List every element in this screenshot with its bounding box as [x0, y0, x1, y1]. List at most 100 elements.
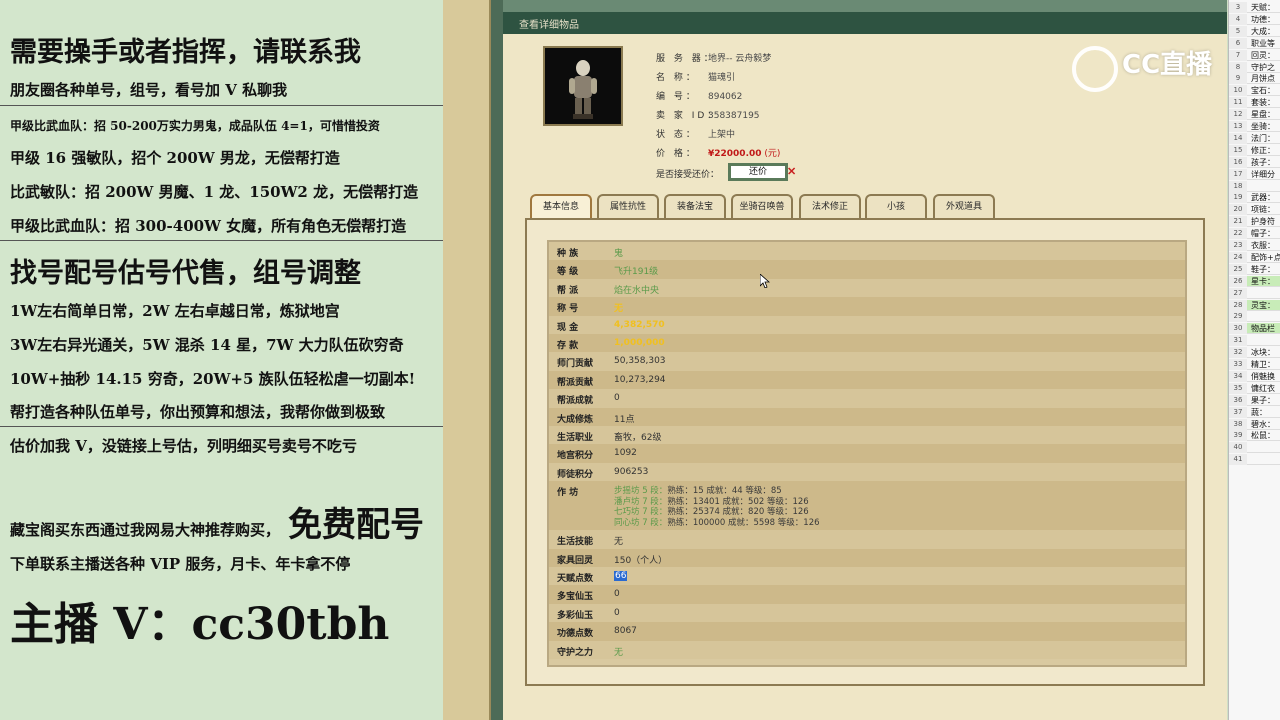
- sheet-row[interactable]: 28 灵宝：: [1229, 299, 1280, 311]
- attribute-key: 作 坊: [557, 488, 579, 499]
- attribute-key: 守护之力: [557, 647, 594, 658]
- sheet-cell: 慵红衣: [1251, 383, 1275, 393]
- promo-line-9: 3W左右异光通关，5W 混杀 14 星，7W 大力队伍砍穷奇: [10, 336, 404, 354]
- tab-spell-mods[interactable]: 法术修正: [799, 194, 861, 218]
- promo-line-3: 甲级比武血队：招 50-200万实力男鬼，成品队伍 4=1，可惜惜投资: [10, 119, 380, 133]
- sheet-row[interactable]: 35 慵红衣: [1229, 382, 1280, 394]
- sheet-row[interactable]: 36 果子：: [1229, 394, 1280, 406]
- sheet-row[interactable]: 11 套装：: [1229, 97, 1280, 109]
- tab-basic-info[interactable]: 基本信息: [530, 194, 592, 218]
- basic-info-panel: 种 族鬼等 级飞升191级帮 派焰在水中央称 号无现 金 4,382,570 存 款…: [525, 218, 1205, 686]
- sheet-row[interactable]: 25 鞋子：: [1229, 263, 1280, 275]
- attribute-row: 多宝仙玉 0: [549, 585, 1185, 604]
- sheet-row[interactable]: 17 详细分: [1229, 168, 1280, 180]
- tab-attributes[interactable]: 属性抗性: [597, 194, 659, 218]
- sheet-row-number: 13: [1229, 121, 1247, 132]
- sheet-row[interactable]: 33 精卫：: [1229, 359, 1280, 370]
- bargain-button[interactable]: 还价: [728, 163, 788, 181]
- attribute-key: 大成修炼: [557, 414, 594, 425]
- sheet-row[interactable]: 10 宝石：: [1229, 85, 1280, 97]
- sheet-row-number: 14: [1229, 132, 1247, 144]
- tab-equipment[interactable]: 装备法宝: [664, 194, 726, 218]
- attribute-row: 师门贡献 50,358,303: [549, 352, 1185, 371]
- sheet-row[interactable]: 16 孩子：: [1229, 156, 1280, 168]
- promo-line-5: 比武敏队：招 200W 男魔、1 龙、150W2 龙，无偿帮打造: [10, 183, 419, 201]
- tab-mounts-pets[interactable]: 坐骑召唤兽: [731, 194, 793, 218]
- sheet-row[interactable]: 27: [1229, 287, 1280, 299]
- sheet-row[interactable]: 30 物品栏: [1229, 323, 1280, 335]
- sheet-row[interactable]: 13 坐骑：: [1229, 121, 1280, 132]
- sheet-row[interactable]: 22 帽子：: [1229, 228, 1280, 240]
- sheet-row[interactable]: 20 项链：: [1229, 204, 1280, 216]
- sheet-row-number: 35: [1229, 382, 1247, 394]
- sheet-row[interactable]: 29: [1229, 311, 1280, 323]
- sheet-row[interactable]: 41: [1229, 454, 1280, 466]
- sheet-row[interactable]: 21 护身符: [1229, 216, 1280, 228]
- sheet-row-number: 24: [1229, 251, 1247, 263]
- sheet-row-number: 16: [1229, 156, 1247, 168]
- sheet-row[interactable]: 23 衣服：: [1229, 240, 1280, 251]
- attribute-row: 称 号无: [549, 297, 1185, 316]
- sheet-row[interactable]: 9 月饼点: [1229, 73, 1280, 85]
- attribute-row: 种 族鬼: [549, 242, 1185, 261]
- sheet-row[interactable]: 19 武器：: [1229, 192, 1280, 204]
- sheet-row[interactable]: 12 星盘：: [1229, 109, 1280, 121]
- sheet-row-number: 26: [1229, 275, 1247, 287]
- sheet-row[interactable]: 34 俏魅换: [1229, 370, 1280, 382]
- attribute-value: 0: [614, 607, 620, 618]
- sheet-cell: 星盘：: [1251, 110, 1275, 120]
- server-label: 服 务 器：: [656, 54, 716, 64]
- name-row: 名 称： 猫魂引: [656, 70, 735, 83]
- attribute-row: 师徒积分 906253: [549, 462, 1185, 482]
- sheet-row[interactable]: 31: [1229, 335, 1280, 347]
- sheet-row[interactable]: 7 回灵：: [1229, 49, 1280, 61]
- spreadsheet-sidebar: 3 天赋： 4 功德： 5 大成： 6 职业等 7 回灵： 8 守护之 9 月饼点 10 宝石： 11 套装： 12…: [1228, 0, 1280, 720]
- price-row: 价 格： ¥22000.00 (元): [656, 146, 780, 159]
- close-icon[interactable]: ✕: [787, 165, 796, 178]
- sheet-row[interactable]: 32 冰块：: [1229, 347, 1280, 359]
- sheet-row-number: 18: [1229, 180, 1247, 192]
- attribute-table: 种 族鬼等 级飞升191级帮 派焰在水中央称 号无现 金 4,382,570 存 款…: [547, 240, 1187, 667]
- tab-child[interactable]: 小孩: [865, 194, 927, 218]
- sheet-row[interactable]: 24 配饰+点: [1229, 251, 1280, 263]
- attribute-key: 生活技能: [557, 537, 594, 548]
- sheet-row[interactable]: 4 功德：: [1229, 13, 1280, 25]
- sheet-row-number: 30: [1229, 323, 1247, 335]
- promo-divider: [0, 426, 443, 427]
- sheet-cell: 鞋子：: [1251, 264, 1275, 274]
- sheet-cell: 精卫：: [1251, 360, 1275, 369]
- attribute-value: 鬼: [614, 249, 624, 259]
- sheet-cell: 果子：: [1251, 395, 1275, 405]
- attribute-value: 无: [614, 537, 624, 548]
- sheet-row-number: 37: [1229, 406, 1247, 418]
- sheet-row[interactable]: 5 大成：: [1229, 25, 1280, 37]
- sheet-row-number: 28: [1229, 299, 1247, 311]
- price-value: ¥22000.00: [708, 149, 762, 159]
- promo-line-11: 帮打造各种队伍单号，你出预算和想法，我帮你做到极致: [10, 403, 386, 421]
- sheet-row[interactable]: 8 守护之: [1229, 61, 1280, 73]
- attribute-key: 生活职业: [557, 433, 594, 443]
- attribute-key: 师门贡献: [557, 359, 594, 370]
- sheet-row[interactable]: 39 松鼠：: [1229, 430, 1280, 442]
- sheet-cell: 回灵：: [1251, 50, 1275, 60]
- sheet-row[interactable]: 38 碧水：: [1229, 418, 1280, 430]
- sheet-row[interactable]: 14 法门：: [1229, 132, 1280, 144]
- name-label: 名 称：: [656, 73, 698, 83]
- attribute-key: 多彩仙玉: [557, 610, 594, 621]
- sheet-row[interactable]: 6 职业等: [1229, 37, 1280, 49]
- tab-appearance[interactable]: 外观道具: [933, 194, 995, 218]
- sheet-row[interactable]: 18: [1229, 180, 1280, 192]
- attribute-row: 现 金 4,382,570: [549, 315, 1185, 334]
- sheet-row[interactable]: 15 修正：: [1229, 144, 1280, 156]
- attribute-value: 焰在水中央: [614, 285, 660, 296]
- sheet-row[interactable]: 26 星卡：: [1229, 275, 1280, 287]
- attribute-value: 8067: [614, 626, 637, 637]
- sheet-row[interactable]: 40: [1229, 442, 1280, 454]
- seller-row: 卖 家 ID：358387195: [656, 108, 760, 121]
- promo-line-13a: 藏宝阁买东西通过我网易大神推荐购买，: [10, 521, 281, 539]
- sheet-row[interactable]: 37 蔬：: [1229, 406, 1280, 418]
- attribute-row: 作 坊步摇坊 5 段：熟练：15 成就：44 等级：85 潘卢坊 7 段：熟练：1…: [549, 481, 1185, 531]
- promo-line-13b: 免费配号: [288, 505, 424, 545]
- window-top-band: [503, 0, 1227, 12]
- sheet-row[interactable]: 3 天赋：: [1229, 2, 1280, 13]
